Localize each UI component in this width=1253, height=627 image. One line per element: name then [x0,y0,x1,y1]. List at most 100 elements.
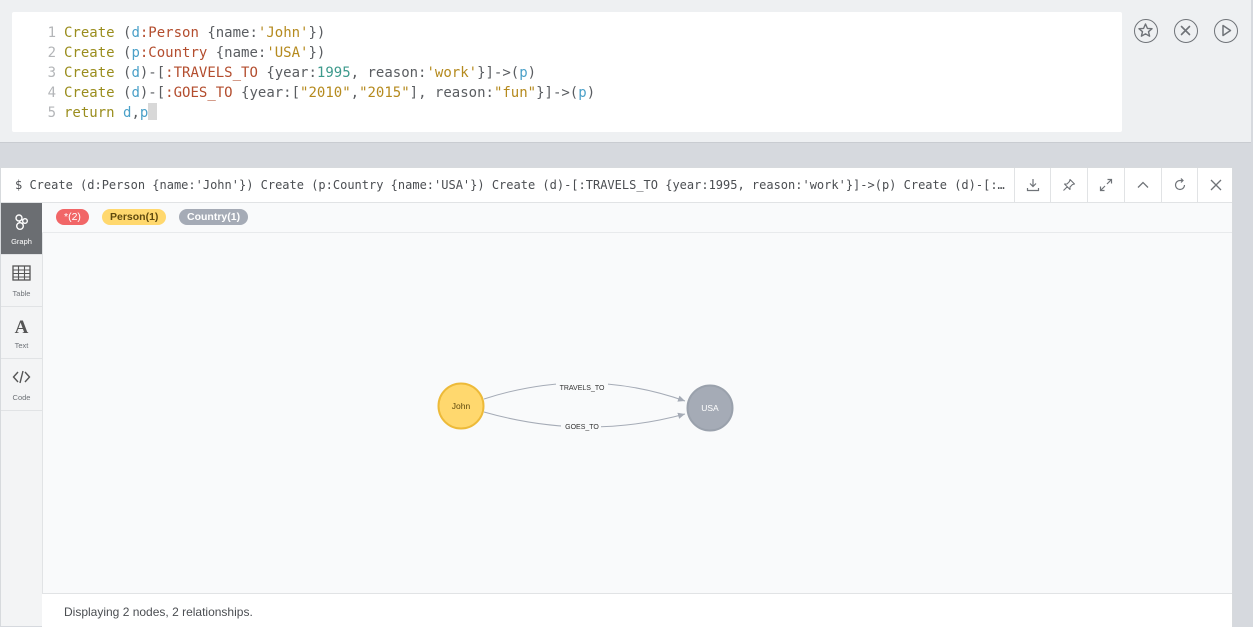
view-tab-label: Table [12,289,31,298]
view-tab-label: Code [12,393,31,402]
view-tab-label: Graph [11,237,32,246]
code-token: d [131,85,140,101]
code-token: {name: [207,45,267,61]
status-text: Displaying 2 nodes, 2 relationships. [64,605,253,619]
result-header: $ Create (d:Person {name:'John'}) Create… [1,168,1232,203]
relationship-label: TRAVELS_TO [560,385,605,392]
code-token: "fun" [493,85,537,101]
code-token: 'USA' [266,45,309,61]
view-tab-text[interactable]: A Text [1,307,42,359]
pin-button[interactable] [1050,168,1086,202]
node-usa[interactable]: USA [686,384,734,432]
query-editor[interactable]: 1 Create (d:Person {name:'John'}) 2 Create … [12,12,1122,132]
code-line[interactable]: 2 Create (p:Country {name:'USA'}) [12,43,326,63]
close-icon [1180,25,1191,36]
star-icon [1138,23,1153,37]
node-john[interactable]: John [437,382,485,430]
code-token: 'John' [257,25,309,41]
relationship-travels-to[interactable]: TRAVELS_TO [483,381,686,402]
code-token: p [578,85,587,101]
rerun-icon [1174,178,1186,191]
collapse-icon [1137,181,1149,188]
fullscreen-button[interactable] [1087,168,1123,202]
code-token: ) [586,85,596,101]
code-token: d [131,25,140,41]
view-tab-code[interactable]: Code [1,359,42,411]
code-token: p [131,45,140,61]
code-token: }) [308,45,326,61]
run-query-button[interactable] [1214,19,1238,43]
code-token: , [131,105,140,121]
code-token: "2015" [359,85,410,101]
code-token: :Country [139,45,208,61]
close-icon [1210,179,1222,191]
play-icon [1222,24,1232,37]
code-line[interactable]: 5 return d,p [12,103,158,123]
node-caption: USA [701,403,719,413]
code-token: Create [64,25,115,41]
collapse-button[interactable] [1124,168,1160,202]
node-caption: John [452,401,471,411]
clear-editor-button[interactable] [1174,19,1198,43]
download-button[interactable] [1014,168,1050,202]
code-token: :GOES_TO [165,85,233,101]
code-token: ( [114,25,132,41]
rerun-button[interactable] [1161,168,1197,202]
code-token: {year:[ [232,85,301,101]
code-token: ( [114,65,132,81]
code-icon [12,370,31,384]
favorite-button[interactable] [1134,19,1158,43]
line-number: 3 [47,65,56,81]
code-token: ( [114,85,132,101]
code-token: Create [64,45,115,61]
query-editor-frame: 1 Create (d:Person {name:'John'}) 2 Create … [0,0,1251,143]
legend-person-label[interactable]: Person(1) [102,209,167,225]
result-command-text[interactable]: $ Create (d:Person {name:'John'}) Create… [15,178,1011,192]
view-tab-graph[interactable]: Graph [1,203,42,255]
code-token: 1995 [316,65,351,81]
code-line[interactable]: 4 Create (d)-[:GOES_TO {year:["2010","201… [12,83,596,103]
graph-legend: *(2) Person(1) Country(1) [42,203,1232,233]
code-token: d [131,65,140,81]
code-line[interactable]: 3 Create (d)-[:TRAVELS_TO {year:1995, rea… [12,63,537,83]
code-token: Create [64,85,115,101]
graph-canvas[interactable]: TRAVELS_TO GOES_TO John USA [42,232,1232,593]
code-token: ) [527,65,537,81]
code-token: ( [114,45,132,61]
close-result-button[interactable] [1197,168,1233,202]
code-line[interactable]: 1 Create (d:Person {name:'John'}) [12,23,326,43]
code-token: :TRAVELS_TO [165,65,258,81]
code-token: Create [64,65,115,81]
expand-icon [1099,178,1113,192]
code-token: {name: [198,25,258,41]
code-token: }]->( [536,85,579,101]
result-frame: $ Create (d:Person {name:'John'}) Create… [0,167,1233,627]
code-token: }]->( [477,65,520,81]
pin-icon [1063,178,1076,191]
text-icon: A [15,317,29,336]
code-token: )-[ [139,65,166,81]
code-token: p [139,105,149,121]
code-token: )-[ [139,85,166,101]
code-token: {year: [257,65,317,81]
graph-icon [15,214,28,230]
view-tab-table[interactable]: Table [1,255,42,307]
download-icon [1026,179,1040,192]
code-token: return [64,105,115,121]
text-cursor [148,103,158,120]
code-token: :Person [139,25,199,41]
view-sidebar: Graph Table A Text Code [1,203,43,626]
code-token: , [350,85,360,101]
svg-text:A: A [15,317,29,336]
code-token: p [519,65,528,81]
code-token: "2010" [300,85,351,101]
code-token: }) [308,25,326,41]
line-number: 4 [47,85,56,101]
code-token: , reason: [350,65,427,81]
line-number: 2 [47,45,56,61]
legend-all-labels[interactable]: *(2) [56,209,89,225]
relationship-goes-to[interactable]: GOES_TO [483,411,686,432]
table-icon [12,265,31,281]
legend-country-label[interactable]: Country(1) [179,209,249,225]
